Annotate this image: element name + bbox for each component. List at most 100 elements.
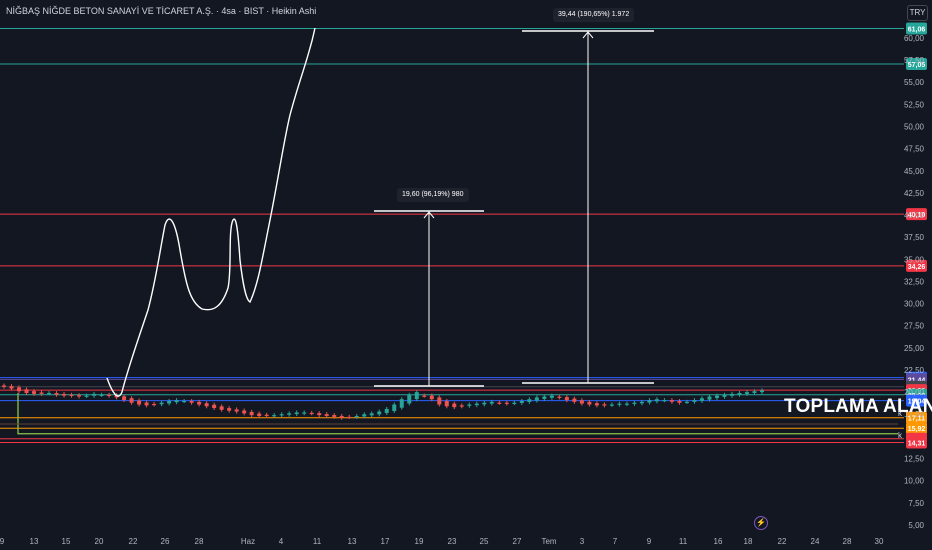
x-tick-label: 22 xyxy=(129,537,138,546)
candle-body xyxy=(339,415,344,418)
time-axis: 9 13 15 20 22 26 28 Haz 4 11 13 17 19 23 25 27 Tem 3 7 9 11 1… xyxy=(0,537,884,546)
y-tick-label: 47,50 xyxy=(904,145,925,154)
candle-body xyxy=(722,394,727,397)
candle-body xyxy=(69,394,74,396)
candle-body xyxy=(377,411,382,415)
candle-body xyxy=(639,401,644,404)
y-tick-label: 30,00 xyxy=(904,300,925,309)
candle-body xyxy=(527,399,532,402)
candle-body xyxy=(287,413,292,415)
candle-body xyxy=(159,402,164,405)
accumulation-zone-label: TOPLAMA ALANI xyxy=(784,396,932,417)
candle-body xyxy=(609,404,614,406)
candle-body xyxy=(362,414,367,417)
price-label-text: 61,06 xyxy=(908,27,926,34)
price-chart[interactable]: 61,0657,0540,1034,2621,6421,4420,6020,22… xyxy=(0,0,932,550)
candle-body xyxy=(317,413,322,416)
currency-button[interactable]: TRY xyxy=(907,5,928,21)
candle-body xyxy=(729,393,734,396)
y-tick-label: 45,00 xyxy=(904,167,925,176)
x-tick-label: 7 xyxy=(613,537,618,546)
candle-body xyxy=(422,395,427,397)
candle-body xyxy=(677,401,682,403)
candle-body xyxy=(219,406,224,410)
candle-body xyxy=(174,400,179,403)
candle-body xyxy=(32,391,37,394)
x-tick-label: 15 xyxy=(62,537,71,546)
candle-body xyxy=(17,387,22,392)
candle-body xyxy=(557,396,562,398)
x-tick-label: 16 xyxy=(714,537,723,546)
x-tick-label: 22 xyxy=(778,537,787,546)
x-tick-label: 26 xyxy=(161,537,170,546)
alert-marker[interactable]: k xyxy=(898,409,902,418)
candle-body xyxy=(444,400,449,407)
y-tick-label: 60,00 xyxy=(904,34,925,43)
price-line-label: 61,06 xyxy=(906,22,927,35)
candle-body xyxy=(122,396,127,401)
y-tick-label: 27,50 xyxy=(904,322,925,331)
candle-body xyxy=(294,412,299,415)
candle-body xyxy=(392,404,397,411)
candle-body xyxy=(452,403,457,408)
price-label-text: 15,92 xyxy=(908,426,926,433)
candle-body xyxy=(624,403,629,405)
candle-body xyxy=(144,402,149,406)
candle-body xyxy=(572,398,577,402)
candle-body xyxy=(737,392,742,395)
y-tick-label: 22,50 xyxy=(904,366,925,375)
candle-body xyxy=(324,414,329,417)
candle-body xyxy=(437,397,442,405)
x-tick-label: 27 xyxy=(513,537,522,546)
candle-body xyxy=(212,404,217,409)
candle-body xyxy=(189,401,194,403)
candle-body xyxy=(414,392,419,400)
drawn-path xyxy=(106,27,316,397)
candle-body xyxy=(62,393,67,396)
candle-body xyxy=(647,400,652,403)
candle-body xyxy=(99,394,104,396)
y-tick-label: 32,50 xyxy=(904,277,925,286)
candle-body xyxy=(654,399,659,402)
price-axis: 60,00 57,50 55,00 52,50 50,00 47,50 45,00 42,50… xyxy=(904,34,925,530)
candle-body xyxy=(692,400,697,402)
y-tick-label: 12,50 xyxy=(904,455,925,464)
candle-body xyxy=(669,400,674,402)
candle-body xyxy=(684,401,689,404)
candle-body xyxy=(24,389,29,393)
candle-body xyxy=(534,397,539,401)
price-label-text: 34,26 xyxy=(908,264,926,271)
y-tick-label: 50,00 xyxy=(904,122,925,131)
x-tick-label: 20 xyxy=(95,537,104,546)
x-tick-label: 4 xyxy=(279,537,284,546)
candle-body xyxy=(549,395,554,398)
y-tick-label: 55,00 xyxy=(904,78,925,87)
candle-body xyxy=(752,391,757,394)
y-tick-label: 37,50 xyxy=(904,233,925,242)
price-label-text: 14,31 xyxy=(908,440,926,447)
y-tick-label: 25,00 xyxy=(904,344,925,353)
zone-bracket xyxy=(17,392,898,435)
x-tick-label: Tem xyxy=(541,537,556,546)
candle-body xyxy=(482,402,487,405)
candle-body xyxy=(744,392,749,394)
candle-body xyxy=(542,396,547,399)
alert-marker[interactable]: k xyxy=(898,431,902,440)
x-tick-label: 23 xyxy=(448,537,457,546)
x-tick-label: 3 xyxy=(580,537,585,546)
lightning-icon[interactable]: ⚡ xyxy=(754,516,768,530)
candle-body xyxy=(429,395,434,400)
x-tick-label: 11 xyxy=(313,537,322,546)
candle-body xyxy=(309,412,314,415)
candle-body xyxy=(242,410,247,414)
candle-body xyxy=(47,392,52,395)
price-line-label: 15,92 xyxy=(906,422,927,435)
candle-body xyxy=(699,398,704,401)
candle-series xyxy=(2,383,764,420)
candle-body xyxy=(84,395,89,397)
candle-body xyxy=(332,415,337,417)
candle-body xyxy=(602,404,607,406)
price-line-label: 14,31 xyxy=(906,436,927,449)
candle-body xyxy=(474,403,479,406)
candle-body xyxy=(152,403,157,406)
